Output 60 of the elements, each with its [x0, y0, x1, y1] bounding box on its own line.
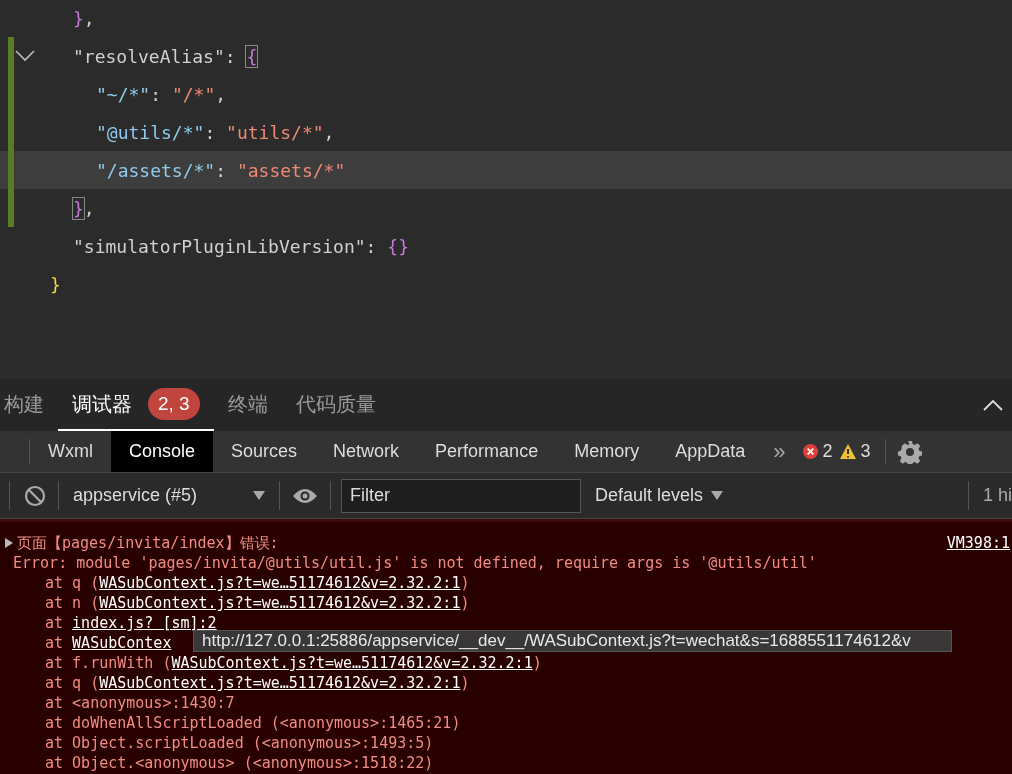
panel-tab[interactable]: 终端: [213, 379, 282, 431]
stack-frame: at Object.scriptLoaded (<anonymous>:1493:5): [45, 733, 434, 753]
code-line: },: [73, 7, 95, 29]
stack-frame: ): [460, 573, 470, 593]
stack-link[interactable]: WASubContext.js?t=we…51174612&v=2.32.2:1: [99, 593, 461, 613]
devtools-tab[interactable]: Network: [315, 431, 418, 472]
stack-frame: ): [532, 653, 542, 673]
levels-select[interactable]: Default levels: [595, 482, 724, 509]
code-line: "~/*": "/*",: [96, 83, 227, 105]
stack-frame: ): [460, 593, 470, 613]
devtools-tab[interactable]: Memory: [556, 431, 658, 472]
panel-tab[interactable]: 构建: [0, 379, 58, 431]
error-icon: [803, 444, 819, 459]
devtools-tab[interactable]: Wxml: [30, 431, 111, 472]
warning-icon: [840, 444, 857, 459]
stack-link[interactable]: index.js? [sm]:2: [72, 613, 217, 633]
eye-icon[interactable]: [292, 486, 318, 505]
devtools-tab[interactable]: Console: [111, 431, 214, 472]
stack-frame: at: [45, 613, 73, 633]
devtools-tab[interactable]: Sources: [213, 431, 316, 472]
stack-frame: at q (: [45, 573, 100, 593]
code-line: "@utils/*": "utils/*",: [96, 121, 335, 143]
code-line: "resolveAlias": {: [73, 45, 258, 67]
stack-frame: at: [45, 633, 73, 653]
devtools-tab[interactable]: Performance: [417, 431, 557, 472]
code-line: "/assets/*": "assets/*": [96, 159, 346, 181]
hidden-count: 1 hi: [982, 484, 1012, 507]
count-badge: 2, 3: [148, 387, 200, 421]
stack-link[interactable]: WASubContext.js?t=we…51174612&v=2.32.2:1: [99, 573, 461, 593]
stack-frame: at f.runWith (: [45, 653, 172, 673]
url-tooltip: http://127.0.0.1:25886/appservice/__dev__/WASubContext.js?t=wechat&s=1688551174612&v: [193, 630, 952, 652]
devtools-tab[interactable]: AppData: [657, 431, 764, 472]
error-count: 2: [822, 440, 833, 463]
more-tabs-button[interactable]: »: [763, 431, 796, 472]
warning-count: 3: [860, 440, 871, 463]
code-line: "simulatorPluginLibVersion": {}: [73, 235, 409, 257]
stack-frame: ): [460, 673, 470, 693]
source-link[interactable]: VM398:1: [946, 533, 1010, 553]
fold-chevron-icon[interactable]: [14, 49, 36, 63]
stack-link[interactable]: WASubContex: [72, 633, 172, 653]
context-select[interactable]: appservice (#5): [59, 482, 279, 509]
stack-frame: at Object.<anonymous> (<anonymous>:1518:22): [45, 753, 434, 773]
dropdown-caret-icon: [711, 491, 724, 500]
code-line: }: [50, 273, 61, 295]
error-summary[interactable]: 页面【pages/invita/index】错误:: [17, 533, 279, 553]
stack-frame: at doWhenAllScriptLoaded (<anonymous>:1465:21): [45, 713, 461, 733]
dropdown-caret-icon: [253, 491, 265, 500]
filter-field[interactable]: Filter: [341, 478, 581, 513]
settings-icon[interactable]: [897, 439, 922, 464]
expand-arrow-icon[interactable]: [5, 538, 13, 548]
error-message: Error: module 'pages/invita/@utils/util.js' is not defined, require args is '@utils/util': [12, 553, 818, 573]
stack-frame: at <anonymous>:1430:7: [45, 693, 235, 713]
code-line: },: [73, 197, 95, 219]
stack-link[interactable]: WASubContext.js?t=we…51174612&v=2.32.2:1: [171, 653, 533, 673]
stack-frame: at q (: [45, 673, 100, 693]
collapse-icon[interactable]: [982, 398, 1004, 412]
stack-link[interactable]: WASubContext.js?t=we…51174612&v=2.32.2:1: [99, 673, 461, 693]
clear-console-icon[interactable]: [24, 484, 46, 507]
stack-frame: at n (: [45, 593, 100, 613]
panel-tab[interactable]: 代码质量: [281, 379, 390, 431]
